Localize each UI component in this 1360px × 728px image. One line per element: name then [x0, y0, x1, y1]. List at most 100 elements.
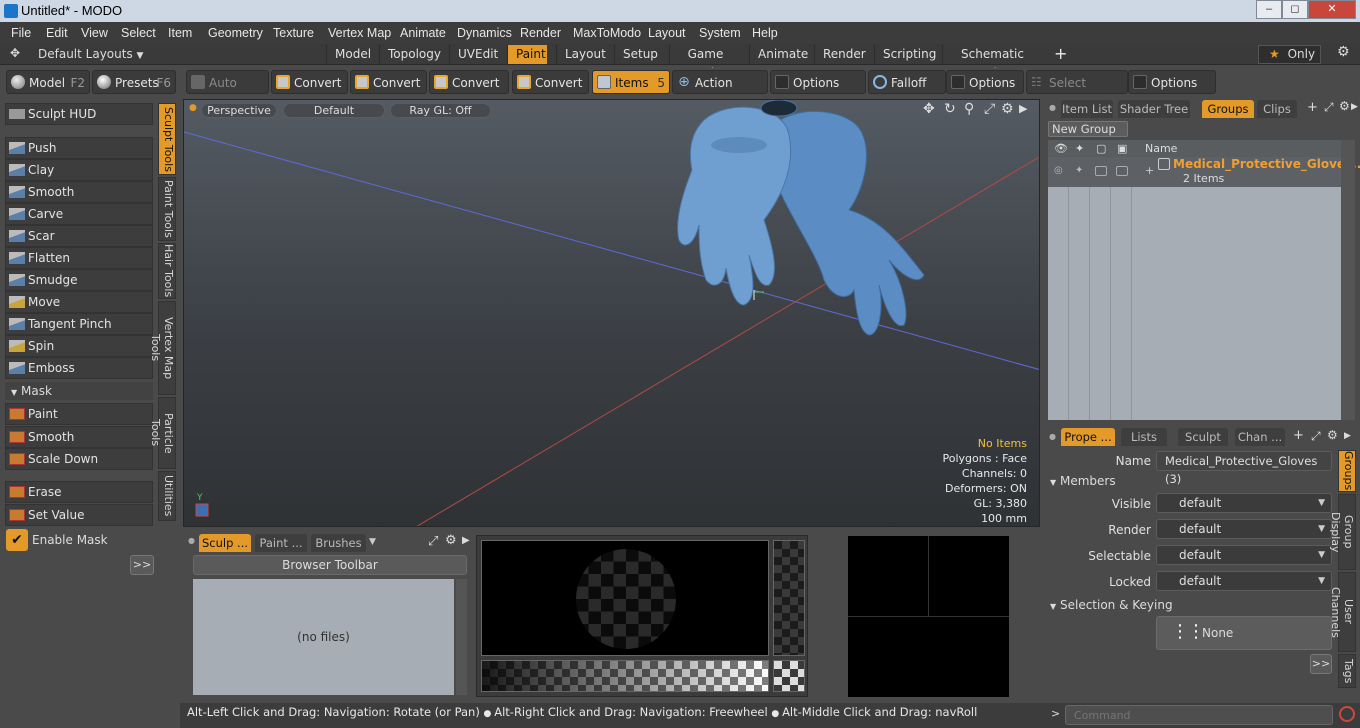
menu-select[interactable]: Select	[121, 26, 156, 40]
vtab-group-display[interactable]: Group Display	[1329, 494, 1356, 570]
tool-clay[interactable]: Clay	[5, 159, 153, 181]
tab-scripting[interactable]: Scripting	[874, 45, 936, 64]
rotate-icon[interactable]: ↻	[944, 101, 956, 117]
command-input[interactable]	[1065, 705, 1333, 725]
vtab-hair-tools[interactable]: Hair Tools	[158, 243, 176, 299]
tab-model[interactable]: Model	[326, 45, 372, 64]
tab-uvedit[interactable]: UVEdit	[449, 45, 499, 64]
tool-flatten[interactable]: Flatten	[5, 247, 153, 269]
more-button[interactable]: >>	[1310, 654, 1332, 674]
tool-smooth[interactable]: Smooth	[5, 181, 153, 203]
mask-erase-button[interactable]: Erase	[5, 481, 153, 503]
browser-toolbar-button[interactable]: Browser Toolbar	[193, 555, 467, 575]
enable-mask-checkbox[interactable]: ✔	[6, 529, 28, 551]
menu-help[interactable]: Help	[752, 26, 778, 40]
menu-animate[interactable]: Animate	[400, 26, 446, 40]
view-projection-dropdown[interactable]: Perspective	[201, 103, 277, 118]
vtab-paint-tools[interactable]: Paint Tools	[158, 177, 176, 241]
more-button[interactable]: >>	[130, 555, 154, 575]
tab-channels[interactable]: Chan ...	[1235, 428, 1285, 446]
panel-menu-arrow-icon[interactable]: ▶	[1351, 102, 1358, 112]
tab-paint[interactable]: Paint	[507, 45, 547, 64]
tab-layout[interactable]: Layout	[556, 45, 606, 64]
tab-item-list[interactable]: Item List	[1061, 100, 1113, 118]
tool-smudge[interactable]: Smudge	[5, 269, 153, 291]
presets-button[interactable]: Presets F6	[92, 70, 176, 94]
menu-maxtomodo[interactable]: MaxToModo	[573, 26, 641, 40]
mask-smooth-button[interactable]: Smooth	[5, 426, 153, 448]
panel-options-dot-icon[interactable]: ●	[188, 536, 195, 545]
gear-icon[interactable]: ⚙	[1337, 44, 1350, 60]
brush-profile-strip[interactable]	[773, 540, 805, 656]
add-tab-button[interactable]: +	[1054, 44, 1067, 63]
vtab-sculpt-tools[interactable]: Sculpt Tools	[158, 103, 176, 175]
row-eye-icon[interactable]: ◎	[1054, 165, 1063, 176]
panel-menu-arrow-icon[interactable]: ▶	[1344, 431, 1351, 441]
tab-paint-presets[interactable]: Paint ...	[255, 534, 307, 552]
members-section-header[interactable]: ▼ Members	[1050, 474, 1333, 490]
panel-gear-icon[interactable]: ⚙	[1339, 99, 1350, 113]
row-lock-icon[interactable]	[1095, 166, 1107, 176]
row-select-icon[interactable]	[1116, 166, 1128, 176]
locked-dropdown[interactable]: default ▼	[1156, 571, 1332, 591]
vtab-vertex-map-tools[interactable]: Vertex Map Tools	[149, 301, 176, 395]
menu-dynamics[interactable]: Dynamics	[457, 26, 512, 40]
convert-vertices-button[interactable]: Convert	[271, 70, 348, 94]
raygl-toggle[interactable]: Ray GL: Off	[390, 103, 491, 118]
select-through-options-button[interactable]: Options	[1128, 70, 1216, 94]
selectable-dropdown[interactable]: default ▼	[1156, 545, 1332, 565]
record-macro-icon[interactable]	[1339, 706, 1355, 722]
tab-render[interactable]: Render	[814, 45, 866, 64]
add-tab-icon[interactable]: +	[1307, 100, 1318, 115]
maximize-panel-icon[interactable]: ⤢	[1311, 429, 1321, 444]
maximize-icon[interactable]: ◻	[1282, 0, 1308, 19]
model-button[interactable]: Model F2	[6, 70, 90, 94]
menu-file[interactable]: File	[11, 26, 31, 40]
menu-edit[interactable]: Edit	[46, 26, 68, 40]
layout-grip-icon[interactable]: ✥	[10, 46, 20, 60]
vtab-groups[interactable]: Groups	[1338, 450, 1356, 492]
zoom-icon[interactable]: ⚲	[964, 101, 974, 117]
mask-set-value-button[interactable]: Set Value	[5, 504, 153, 526]
tab-game-tools[interactable]: Game Tools	[669, 45, 741, 80]
select-through-button[interactable]: ☷ Select Through	[1026, 70, 1128, 114]
view-style-dropdown[interactable]: Default	[283, 103, 385, 118]
render-icon[interactable]: ✦	[1075, 142, 1084, 155]
menu-render[interactable]: Render	[520, 26, 561, 40]
tool-carve[interactable]: Carve	[5, 203, 153, 225]
tab-animate[interactable]: Animate	[749, 45, 808, 64]
tool-move[interactable]: Move	[5, 291, 153, 313]
tab-clips[interactable]: Clips	[1257, 100, 1297, 118]
none-button[interactable]: ⋮⋮ None	[1156, 616, 1332, 650]
group-row[interactable]: ◎ ✦ + Medical_Protective_Gloves... 2 Ite…	[1048, 157, 1360, 187]
selection-keying-section-header[interactable]: ▼ Selection & Keying	[1050, 598, 1333, 614]
groups-list[interactable]: 👁 ✦ ▢ ▣ Name ◎ ✦ + Medical_Protective_Gl…	[1048, 140, 1360, 420]
mask-section-header[interactable]: ▼ Mask	[5, 382, 153, 400]
image-preview-canvas[interactable]	[848, 536, 1009, 697]
minimize-icon[interactable]: –	[1256, 0, 1282, 19]
tab-topology[interactable]: Topology	[379, 45, 443, 64]
maximize-panel-icon[interactable]: ⤢	[1324, 100, 1334, 115]
vtab-tags[interactable]: Tags	[1338, 654, 1356, 688]
menu-texture[interactable]: Texture	[273, 26, 314, 40]
name-field[interactable]: Medical_Protective_Gloves (3)	[1156, 451, 1332, 486]
lock-icon[interactable]: ▢	[1096, 142, 1106, 155]
tab-lists[interactable]: Lists	[1121, 428, 1167, 446]
panel-gear-icon[interactable]: ⚙	[1327, 428, 1338, 442]
3d-viewport[interactable]: Y ● Perspective Default Ray GL: Off ✥ ↻ …	[183, 99, 1040, 527]
tool-scar[interactable]: Scar	[5, 225, 153, 247]
convert-polygons-button[interactable]: Convert	[429, 70, 509, 94]
expand-icon[interactable]: +	[1145, 164, 1154, 177]
vtab-user-channels[interactable]: User Channels	[1329, 572, 1356, 652]
new-group-button[interactable]: New Group	[1048, 121, 1128, 137]
tool-spin[interactable]: Spin	[5, 335, 153, 357]
sculpt-hud-button[interactable]: Sculpt HUD	[5, 103, 153, 125]
falloff-button[interactable]: Falloff	[868, 70, 946, 94]
vtab-particle-tools[interactable]: Particle Tools	[149, 397, 176, 469]
panel-gear-icon[interactable]: ⚙	[445, 533, 457, 548]
tool-emboss[interactable]: Emboss	[5, 357, 153, 379]
convert-edges-button[interactable]: Convert	[350, 70, 427, 94]
panel-options-dot-icon[interactable]: ●	[1049, 432, 1056, 441]
tabs-dropdown-icon[interactable]: ▼	[369, 537, 376, 547]
action-center-button[interactable]: ⊕ Action Center	[672, 70, 768, 114]
